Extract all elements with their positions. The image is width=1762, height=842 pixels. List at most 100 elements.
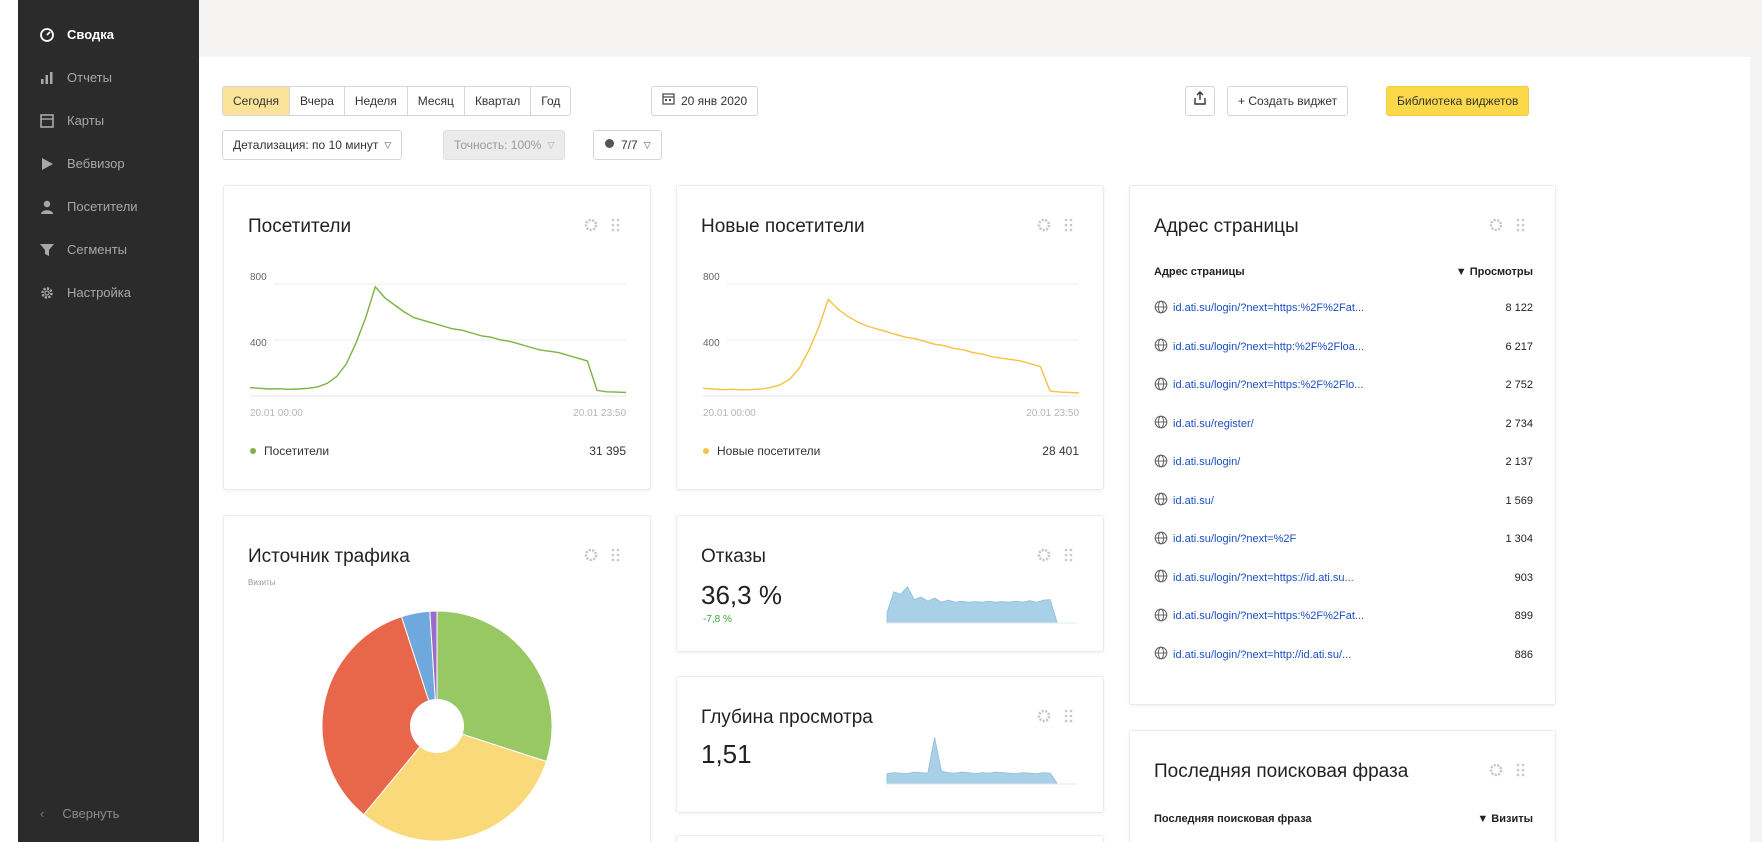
page-views: 8 122	[1505, 302, 1533, 314]
chevron-down-icon: ▽	[643, 140, 651, 150]
page-link[interactable]: id.ati.su/register/	[1154, 415, 1254, 432]
sidebar-item-reports[interactable]: Отчеты	[18, 56, 199, 99]
globe-icon	[1154, 415, 1168, 432]
table-row: id.ati.su/login/?next=http:%2F%2Floa... 6…	[1154, 337, 1533, 357]
globe-icon	[1154, 338, 1168, 355]
sidebar-item-settings[interactable]: Настройка	[18, 271, 199, 314]
bounce-sparkline	[886, 585, 1077, 624]
visitors-line-chart	[249, 283, 627, 397]
period-yesterday[interactable]: Вчера	[290, 87, 345, 115]
globe-icon	[1154, 300, 1168, 317]
legend-dot	[250, 448, 256, 454]
period-week[interactable]: Неделя	[344, 87, 408, 115]
sidebar-item-maps[interactable]: Карты	[18, 99, 199, 142]
new-visitors-line-chart	[702, 283, 1080, 397]
period-month[interactable]: Месяц	[407, 87, 465, 115]
page-link[interactable]: id.ati.su/	[1154, 492, 1214, 509]
page-link[interactable]: id.ati.su/login/?next=https:%2F%2Flo...	[1154, 377, 1363, 394]
collapse-label: Свернуть	[62, 805, 120, 821]
page-link[interactable]: id.ati.su/login/?next=https:%2F%2Fat...	[1154, 608, 1364, 625]
page-url: id.ati.su/login/?next=https:%2F%2Fat...	[1173, 610, 1365, 622]
widget-traffic-source: Источник трафика Визиты	[223, 515, 651, 842]
segments-label: 7/7	[621, 138, 638, 152]
widget-visitors: Посетители 800 400 20.01 00:00 20.01 23:…	[223, 185, 651, 490]
page-url: id.ati.su/login/?next=http:%2F%2Floa...	[1173, 340, 1365, 353]
legend-label: Посетители	[264, 444, 330, 458]
table-row: id.ati.su/login/?next=http://id.ati.su/.…	[1154, 645, 1533, 665]
sidebar-item-label: Сегменты	[67, 242, 128, 257]
dashboard-icon	[36, 26, 58, 44]
date-picker-button[interactable]: 20 янв 2020	[651, 86, 759, 116]
sidebar: Сводка Отчеты Карты Вебвизор Посетители …	[18, 0, 199, 842]
legend-total: 28 401	[1042, 444, 1079, 458]
widget-title: Последняя поисковая фраза	[1154, 761, 1409, 782]
page-link[interactable]: id.ati.su/login/?next=https:%2F%2Fat...	[1154, 300, 1364, 317]
x-tick-label: 20.01 23:50	[1026, 408, 1079, 419]
filter-icon	[36, 241, 58, 259]
widget-partial	[676, 835, 1104, 842]
sidebar-item-summary[interactable]: Сводка	[18, 13, 199, 56]
period-year[interactable]: Год	[531, 87, 571, 115]
page-url: id.ati.su/login/?next=https://id.ati.su.…	[1173, 571, 1354, 584]
table-header: Адрес страницы ▼ Просмотры	[1154, 266, 1533, 278]
page-url: id.ati.su/	[1173, 494, 1214, 507]
user-icon	[36, 198, 58, 216]
pie-hole	[410, 699, 464, 753]
sidebar-item-visitors[interactable]: Посетители	[18, 185, 199, 228]
table-header: Последняя поисковая фраза ▼ Визиты	[1154, 813, 1533, 825]
globe-icon	[1154, 531, 1168, 548]
table-row: id.ati.su/register/2 734	[1154, 414, 1533, 434]
detail-dropdown[interactable]: Детализация: по 10 минут ▽	[222, 130, 403, 160]
page-link[interactable]: id.ati.su/login/?next=http:%2F%2Floa...	[1154, 338, 1364, 355]
page-link[interactable]: id.ati.su/login/?next=%2F	[1154, 531, 1296, 548]
gear-icon	[36, 284, 58, 302]
play-icon	[36, 155, 58, 173]
sidebar-item-label: Вебвизор	[67, 156, 125, 171]
series-line	[702, 298, 1080, 394]
segments-dropdown[interactable]: 7/7 ▽	[593, 130, 662, 160]
legend-dot	[703, 448, 709, 454]
widget-library-button[interactable]: Библиотека виджетов	[1386, 86, 1530, 116]
page-views: 1 304	[1505, 533, 1533, 545]
page-views: 2 752	[1505, 379, 1533, 391]
collapse-sidebar-button[interactable]: ‹ Свернуть	[18, 798, 199, 828]
export-button[interactable]	[1185, 86, 1215, 116]
chevron-down-icon: ▽	[547, 140, 555, 150]
page-link[interactable]: id.ati.su/login/?next=https://id.ati.su.…	[1154, 569, 1354, 586]
sidebar-item-segments[interactable]: Сегменты	[18, 228, 199, 271]
column-header-views[interactable]: ▼ Просмотры	[1456, 266, 1533, 278]
accuracy-dropdown[interactable]: Точность: 100% ▽	[443, 130, 566, 160]
table-row: id.ati.su/1 569	[1154, 491, 1533, 511]
column-header-address: Адрес страницы	[1154, 266, 1245, 278]
drag-handle-icon[interactable]	[1513, 762, 1529, 783]
page-views: 903	[1514, 571, 1533, 584]
page-views: 2 734	[1505, 417, 1533, 430]
table-row: id.ati.su/login/2 137	[1154, 452, 1533, 472]
drag-handle-icon[interactable]	[1513, 217, 1529, 238]
page-link[interactable]: id.ati.su/login/	[1154, 454, 1240, 471]
sparkline-area	[886, 737, 1058, 785]
legend-total: 31 395	[589, 444, 626, 458]
sidebar-item-webvisor[interactable]: Вебвизор	[18, 142, 199, 185]
page-link[interactable]: id.ati.su/login/?next=http://id.ati.su/.…	[1154, 646, 1351, 663]
legend-label: Новые посетители	[717, 444, 821, 458]
page-url: id.ati.su/register/	[1173, 417, 1254, 430]
sidebar-item-label: Отчеты	[67, 70, 112, 85]
depth-sparkline	[886, 737, 1077, 785]
page-views: 6 217	[1505, 340, 1533, 353]
column-header-visits[interactable]: ▼ Визиты	[1477, 813, 1533, 825]
widget-bounces: Отказы 36,3 % -7,8 %	[676, 515, 1104, 652]
globe-icon	[1154, 569, 1168, 586]
period-quarter[interactable]: Квартал	[464, 87, 532, 115]
gear-icon[interactable]	[1488, 217, 1504, 238]
create-widget-button[interactable]: + Создать виджет	[1227, 86, 1349, 116]
page-url: id.ati.su/login/?next=https:%2F%2Fat...	[1173, 302, 1365, 314]
gear-icon[interactable]	[1488, 762, 1504, 783]
period-today[interactable]: Сегодня	[223, 87, 290, 115]
date-label: 20 янв 2020	[681, 94, 748, 108]
widget-new-visitors: Новые посетители 800 400 20.01 00:00 20.…	[676, 185, 1104, 490]
page-url: id.ati.su/login/?next=%2F	[1173, 533, 1297, 545]
globe-icon	[1154, 492, 1168, 509]
share-icon	[1193, 87, 1207, 115]
widget-view-depth: Глубина просмотра 1,51	[676, 676, 1104, 813]
